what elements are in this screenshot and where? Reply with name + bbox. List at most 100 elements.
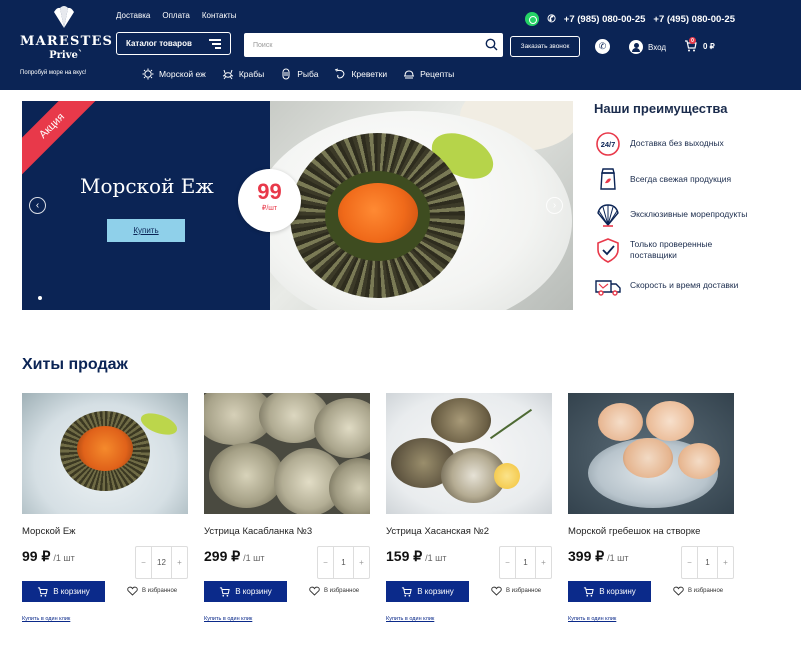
advantage-text: Скорость и время доставки — [630, 280, 739, 291]
quantity-value[interactable]: 1 — [515, 547, 536, 578]
one-click-link[interactable]: Купить в один клик — [204, 616, 252, 622]
heart-icon — [491, 586, 502, 596]
call-icon[interactable]: ✆ — [595, 39, 610, 54]
advantages-title: Наши преимущества — [594, 101, 728, 116]
plus-icon[interactable]: + — [354, 558, 369, 567]
product-name[interactable]: Морской Еж — [22, 526, 76, 537]
product-price: 159 ₽/1 шт — [386, 548, 447, 565]
plus-icon[interactable]: + — [536, 558, 551, 567]
search-input[interactable] — [244, 33, 464, 57]
minus-icon[interactable]: − — [500, 558, 515, 567]
category-fish[interactable]: Рыба — [280, 68, 318, 80]
product-price: 299 ₽/1 шт — [204, 548, 265, 565]
phone-2[interactable]: +7 (495) 080-00-25 — [653, 14, 735, 25]
arrow-right-icon[interactable]: › — [546, 197, 563, 214]
favorite-button[interactable]: В избранное — [309, 586, 359, 596]
nav-delivery[interactable]: Доставка — [116, 11, 150, 20]
product-image[interactable] — [568, 393, 734, 514]
quantity-value[interactable]: 12 — [151, 547, 172, 578]
product-image[interactable] — [204, 393, 370, 514]
callback-button[interactable]: Заказать звонок — [510, 36, 580, 57]
add-to-cart-button[interactable]: В корзину — [386, 581, 469, 602]
minus-icon[interactable]: − — [136, 558, 151, 567]
phone-icon: ✆ — [547, 13, 556, 25]
shrimp-icon — [335, 68, 345, 79]
price-value: 159 ₽ — [386, 548, 423, 564]
category-label: Рецепты — [420, 69, 455, 79]
nav-payment[interactable]: Оплата — [162, 11, 190, 20]
add-to-cart-button[interactable]: В корзину — [22, 581, 105, 602]
favorite-button[interactable]: В избранное — [491, 586, 541, 596]
minus-icon[interactable]: − — [682, 558, 697, 567]
favorite-button[interactable]: В избранное — [127, 586, 177, 596]
product-price: 99 ₽/1 шт — [22, 548, 75, 565]
product-name[interactable]: Устрица Хасанская №2 — [386, 526, 489, 537]
price-unit: /1 шт — [425, 553, 447, 563]
add-to-cart-button[interactable]: В корзину — [204, 581, 287, 602]
price-value: 299 ₽ — [204, 548, 241, 564]
product-image[interactable] — [386, 393, 552, 514]
category-crabs[interactable]: Крабы — [222, 68, 264, 80]
one-click-link[interactable]: Купить в один клик — [568, 616, 616, 622]
add-to-cart-button[interactable]: В корзину — [568, 581, 651, 602]
favorite-label: В избранное — [506, 588, 542, 594]
search-icon[interactable] — [485, 38, 498, 51]
whatsapp-icon[interactable] — [525, 12, 540, 26]
logo[interactable]: MARESTES Prive` Попробуй море на вкус! — [20, 4, 112, 80]
minus-icon[interactable]: − — [318, 558, 333, 567]
hero-buy-button[interactable]: Купить — [107, 219, 185, 242]
product-image[interactable] — [22, 393, 188, 514]
truck-icon — [595, 280, 621, 296]
login-button[interactable]: Вход — [629, 40, 666, 54]
cart-total: 0 ₽ — [703, 41, 715, 51]
heart-icon — [127, 586, 138, 596]
plus-icon[interactable]: + — [172, 558, 187, 567]
category-label: Рыба — [297, 69, 319, 79]
category-urchin[interactable]: Морской еж — [142, 68, 206, 80]
heart-icon — [309, 586, 320, 596]
site-header: MARESTES Prive` Попробуй море на вкус! Д… — [0, 0, 801, 90]
urchin-roe-shape — [338, 183, 418, 243]
product-card: Морской Еж 99 ₽/1 шт − 12 + В корзину В … — [22, 393, 188, 622]
cart-badge: 0 — [689, 37, 696, 44]
advantage-item: 24/7 Доставка без выходных — [594, 126, 754, 162]
cart-button[interactable]: 0 0 ₽ — [684, 37, 715, 52]
favorite-button[interactable]: В избранное — [673, 586, 723, 596]
shield-check-icon — [597, 238, 619, 264]
one-click-link[interactable]: Купить в один клик — [22, 616, 70, 622]
phone-1[interactable]: +7 (985) 080-00-25 — [564, 14, 646, 25]
advantage-text: Только проверенные поставщики — [630, 239, 713, 261]
quantity-value[interactable]: 1 — [697, 547, 718, 578]
crab-icon — [222, 69, 233, 80]
price-unit: /1 шт — [607, 553, 629, 563]
add-to-cart-label: В корзину — [53, 587, 90, 596]
quantity-value[interactable]: 1 — [333, 547, 354, 578]
login-label: Вход — [648, 42, 667, 52]
category-label: Морской еж — [159, 69, 206, 79]
add-to-cart-label: В корзину — [235, 587, 272, 596]
nav-contacts[interactable]: Контакты — [202, 11, 237, 20]
category-label: Креветки — [351, 69, 388, 79]
slider-dot[interactable] — [38, 296, 42, 300]
catalog-button[interactable]: Каталог товаров — [116, 32, 231, 55]
category-shrimp[interactable]: Креветки — [334, 68, 387, 80]
add-to-cart-label: В корзину — [417, 587, 454, 596]
cart-icon — [402, 586, 412, 597]
price-value: 99 ₽ — [22, 548, 51, 564]
price-unit: /1 шт — [53, 553, 75, 563]
one-click-link[interactable]: Купить в один клик — [386, 616, 434, 622]
hero-slider: Акция Морской Еж Купить 99 ₽/шт ‹ › — [22, 101, 573, 310]
hero-price-unit: ₽/шт — [261, 205, 278, 212]
category-recipes[interactable]: Рецепты — [403, 68, 454, 80]
cart-icon — [38, 586, 48, 597]
product-name[interactable]: Устрица Касабланка №3 — [204, 526, 312, 537]
advantage-item: Скорость и время доставки — [594, 268, 754, 304]
product-name[interactable]: Морской гребешок на створке — [568, 526, 700, 537]
price-unit: /1 шт — [243, 553, 265, 563]
advantage-item: Всегда свежая продукция — [594, 162, 754, 198]
price-value: 399 ₽ — [568, 548, 605, 564]
catalog-label: Каталог товаров — [126, 39, 192, 48]
hero-panel: Акция Морской Еж Купить — [22, 101, 270, 310]
arrow-left-icon[interactable]: ‹ — [29, 197, 46, 214]
plus-icon[interactable]: + — [718, 558, 733, 567]
